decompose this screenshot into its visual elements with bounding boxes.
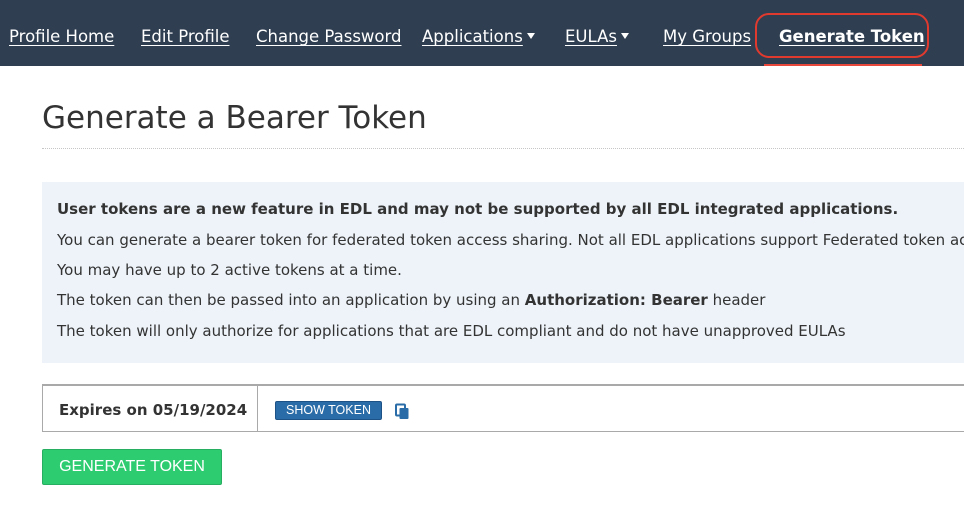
active-tab-indicator	[764, 64, 922, 66]
nav-edit-profile[interactable]: Edit Profile	[141, 27, 230, 47]
page-title: Generate a Bearer Token	[42, 100, 427, 136]
info-line-authorization-header: Authorization: Bearer	[524, 291, 708, 309]
generate-token-button[interactable]: GENERATE TOKEN	[42, 449, 222, 485]
caret-down-icon	[620, 33, 629, 39]
title-divider	[42, 148, 964, 149]
copy-icon[interactable]	[393, 402, 411, 420]
token-table: Expires on 05/19/2024 SHOW TOKEN	[42, 384, 964, 432]
token-expiry-label: Expires on 05/19/2024	[59, 401, 248, 419]
nav-change-password[interactable]: Change Password	[256, 27, 402, 47]
info-notice-box: User tokens are a new feature in EDL and…	[42, 182, 964, 363]
info-line-authorization: The token can then be passed into an app…	[57, 290, 765, 310]
nav-my-groups[interactable]: My Groups	[663, 27, 751, 47]
caret-down-icon	[526, 33, 535, 39]
info-warning: User tokens are a new feature in EDL and…	[57, 200, 899, 218]
info-line-limit: You may have up to 2 active tokens at a …	[57, 261, 402, 279]
token-expiry-cell: Expires on 05/19/2024	[43, 386, 258, 432]
info-line-authorization-prefix: The token can then be passed into an app…	[57, 291, 520, 309]
info-line-authorization-suffix: header	[712, 291, 766, 309]
info-line-federated: You can generate a bearer token for fede…	[57, 231, 964, 249]
info-line-compliance: The token will only authorize for applic…	[57, 322, 846, 340]
nav-applications-dropdown[interactable]: Applications	[422, 27, 535, 47]
nav-eulas-label: EULAs	[565, 27, 617, 46]
highlight-annotation	[755, 13, 929, 58]
nav-eulas-dropdown[interactable]: EULAs	[565, 27, 629, 47]
nav-profile-home[interactable]: Profile Home	[9, 27, 114, 47]
show-token-button[interactable]: SHOW TOKEN	[275, 401, 382, 420]
nav-applications-label: Applications	[422, 27, 523, 46]
top-navbar: Profile Home Edit Profile Change Passwor…	[0, 0, 964, 66]
